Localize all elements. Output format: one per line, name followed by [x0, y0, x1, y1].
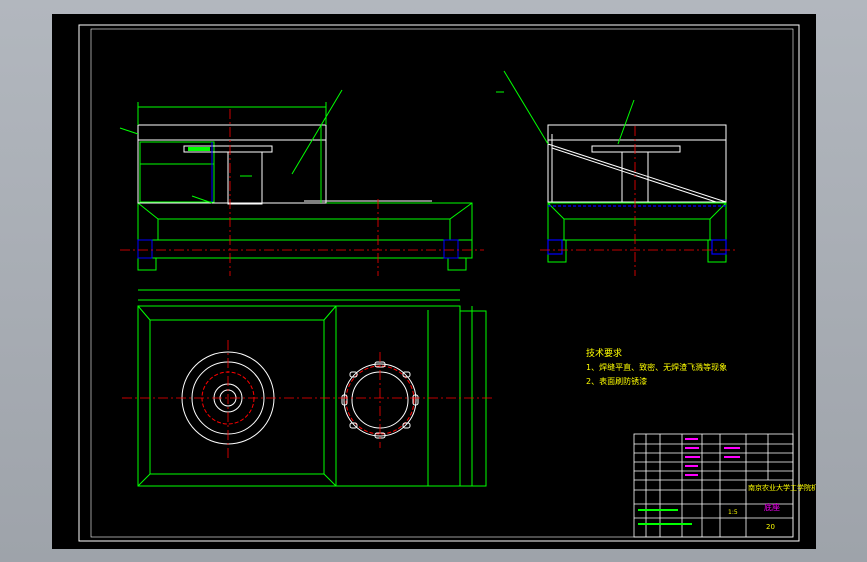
top-corner-tl	[137, 305, 151, 321]
outer-frame	[78, 24, 800, 542]
top-left-panel	[149, 319, 325, 475]
tech-line-2: 2、表面刷防锈漆	[586, 376, 647, 386]
tb-company: 南京农业大学工学院机械	[748, 483, 816, 492]
front-hidden-right	[443, 239, 459, 259]
top-view	[137, 289, 487, 487]
top-corner-br	[323, 473, 337, 487]
front-foot-left	[137, 257, 157, 271]
top-corner-bl	[137, 473, 151, 487]
cad-viewport: 技术要求 1、焊缝平直、致密、无焊渣飞溅等现象 2、表面刷防锈漆 南京农业大学工…	[0, 0, 867, 562]
tech-heading: 技术要求	[586, 347, 622, 359]
front-clamp-block	[188, 147, 210, 151]
front-leader	[291, 89, 343, 175]
tech-requirements: 技术要求 1、焊缝平直、致密、无焊渣飞溅等现象 2、表面刷防锈漆	[586, 347, 727, 386]
front-centerlines	[120, 109, 484, 276]
side-hidden-right	[711, 239, 727, 255]
side-foot-right	[707, 239, 727, 263]
side-base	[496, 70, 727, 263]
front-leader-left	[119, 127, 139, 135]
side-base-rail	[547, 202, 727, 241]
side-leader-b	[617, 99, 635, 145]
front-foot-right	[447, 257, 467, 271]
front-hidden-lines	[137, 142, 459, 259]
drawing-sheet: 技术要求 1、焊缝平直、致密、无焊渣飞溅等现象 2、表面刷防锈漆 南京农业大学工…	[52, 14, 816, 549]
front-column	[227, 151, 263, 205]
side-slope	[547, 143, 727, 203]
side-hidden-lines	[547, 205, 727, 255]
front-hidden-left	[137, 239, 153, 259]
side-slope-inner	[551, 147, 717, 203]
side-centerlines	[540, 126, 736, 276]
inner-frame	[90, 28, 794, 538]
tb-scale: 1:5	[728, 509, 738, 516]
tb-drawing-name: 底座	[764, 502, 780, 512]
top-outline	[137, 305, 461, 487]
tech-line-1: 1、焊缝平直、致密、无焊渣飞溅等现象	[586, 362, 727, 372]
drawing-canvas: 技术要求 1、焊缝平直、致密、无焊渣飞溅等现象 2、表面刷防锈漆 南京农业大学工…	[78, 24, 816, 542]
top-right-rail	[459, 310, 487, 487]
side-foot-left	[547, 239, 567, 263]
top-corner-tr	[323, 305, 337, 321]
title-block-cells	[638, 438, 740, 525]
side-hidden-left	[547, 239, 563, 255]
top-centerlines	[122, 340, 492, 458]
side-upper-box	[547, 124, 727, 203]
side-table-plate	[591, 145, 681, 153]
tb-sheet-no: 20	[766, 523, 775, 531]
side-leader-a	[503, 70, 549, 145]
front-chamfer-left	[137, 202, 159, 220]
side-view	[547, 124, 727, 203]
front-view	[119, 89, 473, 271]
front-chamfer-right	[449, 202, 473, 220]
